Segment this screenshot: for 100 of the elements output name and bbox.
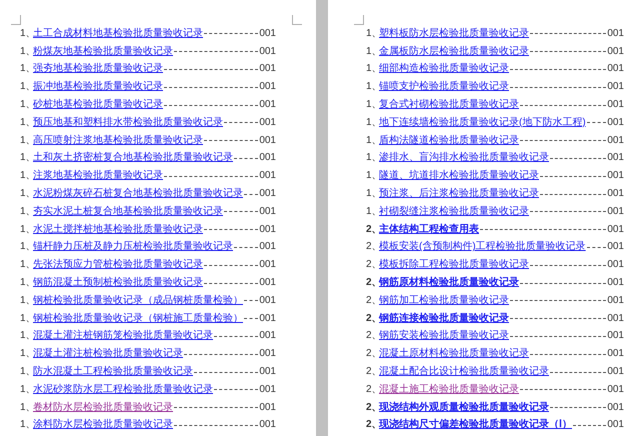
toc-link[interactable]: 地下连续墙检验批质量验收记录(地下防水工程) xyxy=(379,116,586,129)
toc-link[interactable]: 防水混凝土工程检验批质量验收记录 xyxy=(33,366,193,378)
toc-link[interactable]: 卷材防水层检验批质量验收记录 xyxy=(33,402,173,414)
entry-number: 1、 xyxy=(20,63,33,76)
dot-leader xyxy=(234,246,258,248)
toc-link[interactable]: 先张法预应力管桩检验批质量验收记录 xyxy=(33,259,203,272)
toc-link[interactable]: 粉煤灰地基检验批质量验收记录 xyxy=(33,46,173,58)
page-number: 001 xyxy=(607,28,624,40)
entry-number: 1、 xyxy=(20,206,33,218)
toc-link[interactable]: 钢筋混凝土预制桩检验批质量验收记录 xyxy=(33,277,203,290)
toc-link[interactable]: 振冲地基检验批质量验收记录 xyxy=(33,81,163,94)
toc-link[interactable]: 土工合成材料地基检验批质量验收记录 xyxy=(33,28,203,40)
dot-leader xyxy=(540,176,606,177)
toc-link[interactable]: 锚喷支护检验批质量验收记录 xyxy=(379,81,509,94)
entry-number: 1、 xyxy=(20,99,33,112)
toc-link[interactable]: 现浇结构外观质量检验批质量验收记录 xyxy=(379,402,549,414)
toc-link[interactable]: 砂桩地基检验批质量验收记录 xyxy=(33,99,163,112)
page-number: 001 xyxy=(259,312,276,325)
toc-link[interactable]: 隧道、坑道排水检验批质量验收记录 xyxy=(379,170,539,182)
entry-number: 2、 xyxy=(366,348,379,360)
page-number: 001 xyxy=(259,81,276,94)
dot-leader xyxy=(586,246,606,248)
toc-link[interactable]: 强夯地基检验批质量验收记录 xyxy=(33,63,163,76)
entry-number: 1、 xyxy=(20,170,33,182)
page-number: 001 xyxy=(607,348,624,360)
toc-link[interactable]: 盾构法隧道检验批质量验收记录 xyxy=(379,134,519,147)
dot-leader xyxy=(214,336,258,337)
entry-number: 1、 xyxy=(366,99,379,112)
toc-link[interactable]: 渗排水、盲沟排水检验批质量验收记录 xyxy=(379,152,549,164)
toc-link[interactable]: 钢筋加工检验批质量验收记录 xyxy=(379,294,509,307)
toc-link[interactable]: 钢筋连接检验批质量验收记录 xyxy=(379,312,509,325)
toc-link[interactable]: 预压地基和塑料排水带检验批质量验收记录 xyxy=(33,116,223,129)
toc-link[interactable]: 塑料板防水层检验批质量验收记录 xyxy=(379,28,529,40)
toc-link[interactable]: 混凝土灌注桩钢筋笼检验批质量验收记录 xyxy=(33,330,213,342)
toc-link[interactable]: 夯实水泥土桩复合地基检验批质量验收记录 xyxy=(33,206,223,218)
toc-link[interactable]: 钢筋安装检验批质量验收记录 xyxy=(379,330,509,342)
toc-link[interactable]: 水泥粉煤灰碎石桩复合地基检验批质量验收记录 xyxy=(33,188,243,200)
dot-leader xyxy=(234,158,258,159)
page-number: 001 xyxy=(259,170,276,182)
page-number: 001 xyxy=(259,206,276,218)
page-number: 001 xyxy=(259,28,276,40)
page-number: 001 xyxy=(259,384,276,396)
margin-corner-mark xyxy=(292,15,302,25)
dot-leader xyxy=(550,158,606,159)
entry-number: 1、 xyxy=(366,134,379,147)
entry-number: 1、 xyxy=(20,277,33,290)
page-number: 001 xyxy=(259,152,276,164)
page-number: 001 xyxy=(259,241,276,254)
toc-link[interactable]: 混凝土灌注桩检验批质量验收记录 xyxy=(33,348,183,360)
toc-link[interactable]: 混凝土施工检验批质量验收记录 xyxy=(379,384,519,396)
toc-link[interactable]: 锚杆静力压桩及静力压桩检验批质量验收记录 xyxy=(33,241,233,254)
entry-number: 1、 xyxy=(20,224,33,236)
entry-number: 1、 xyxy=(20,348,33,360)
page-number: 001 xyxy=(259,46,276,58)
toc-link[interactable]: 模板拆除工程检验批质量验收记录 xyxy=(379,259,529,272)
entry-number: 2、 xyxy=(366,384,379,396)
toc-link[interactable]: 注浆地基检验批质量验收记录 xyxy=(33,170,163,182)
entry-number: 1、 xyxy=(366,188,379,200)
toc-link[interactable]: 水泥砂浆防水层工程检验批质量验收记录 xyxy=(33,384,213,396)
toc-link[interactable]: 衬砌裂缝注浆检验批质量验收记录 xyxy=(379,206,529,218)
toc-link[interactable]: 混凝土配合比设计检验批质量验收记录 xyxy=(379,366,549,378)
toc-link[interactable]: 复合式衬砌检验批质量验收记录 xyxy=(379,99,519,112)
page-number: 001 xyxy=(607,134,624,147)
toc-link[interactable]: 水泥土搅拌桩地基检验批质量验收记录 xyxy=(33,224,203,236)
page-number: 001 xyxy=(607,188,624,200)
toc-link[interactable]: 涂料防水层检验批质量验收记录 xyxy=(33,419,173,432)
entry-number: 1、 xyxy=(20,81,33,94)
page-number: 001 xyxy=(259,134,276,147)
toc-link[interactable]: 钢筋原材料检验批质量验收记录 xyxy=(379,277,519,290)
dot-leader xyxy=(550,407,606,408)
dot-leader xyxy=(224,211,258,212)
entry-number: 2、 xyxy=(366,312,379,325)
toc-link[interactable]: 细部构造检验批质量验收记录 xyxy=(379,63,509,76)
dot-leader xyxy=(204,140,258,142)
entry-number: 1、 xyxy=(20,419,33,432)
toc-link[interactable]: 预注浆、后注浆检验批质量验收记录 xyxy=(379,188,539,200)
page-number: 001 xyxy=(607,294,624,307)
toc-link[interactable]: 高压喷射注浆地基检验批质量验收记录 xyxy=(33,134,203,147)
page-number: 001 xyxy=(607,99,624,112)
entry-number: 1、 xyxy=(20,259,33,272)
entry-number: 1、 xyxy=(20,188,33,200)
entry-number: 2、 xyxy=(366,294,379,307)
page-number: 001 xyxy=(259,330,276,342)
entry-number: 1、 xyxy=(366,170,379,182)
page-number: 001 xyxy=(607,170,624,182)
entry-number: 2、 xyxy=(366,366,379,378)
dot-leader xyxy=(244,194,258,195)
dot-leader xyxy=(214,389,258,390)
toc-link[interactable]: 主体结构工程检查用表 xyxy=(379,224,479,236)
entry-number: 1、 xyxy=(20,241,33,254)
entry-number: 1、 xyxy=(20,384,33,396)
toc-link[interactable]: 土和灰土挤密桩复合地基检验批质量验收记录 xyxy=(33,152,233,164)
toc-link[interactable]: 金属板防水层检验批质量验收记录 xyxy=(379,46,529,58)
page-number: 001 xyxy=(607,366,624,378)
entry-number: 1、 xyxy=(366,206,379,218)
dot-leader xyxy=(224,122,258,124)
page-number: 001 xyxy=(259,116,276,129)
toc-link[interactable]: 模板安装(含预制构件)工程检验批质量验收记录 xyxy=(379,241,586,254)
toc-link[interactable]: 混凝土原材料检验批质量验收记录 xyxy=(379,348,529,360)
dot-leader xyxy=(194,372,258,373)
